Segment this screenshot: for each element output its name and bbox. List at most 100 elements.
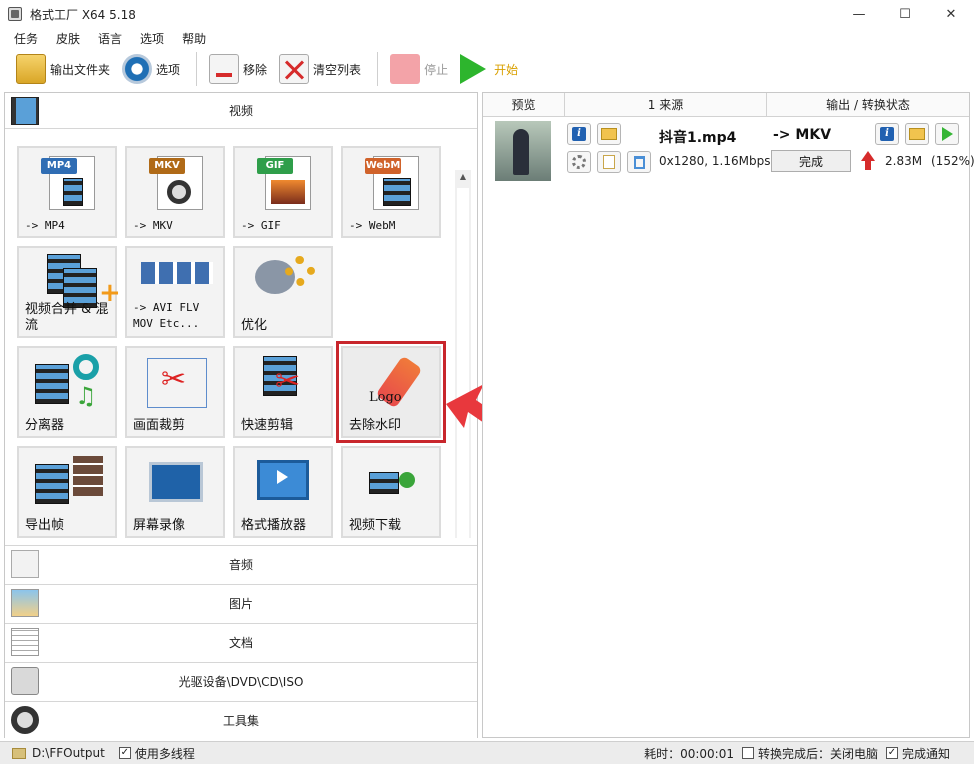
tile-export-frames[interactable]: 导出帧 [17, 446, 117, 538]
category-audio[interactable]: 音频 [5, 545, 477, 583]
quick-clip-scissors-icon: ✂ [275, 364, 301, 399]
toolbar-divider [196, 52, 198, 86]
category-toolset[interactable]: 工具集 [5, 701, 477, 739]
header-output-status[interactable]: 输出 / 转换状态 [767, 93, 969, 116]
folder-icon [16, 54, 46, 84]
folder-icon [909, 128, 925, 140]
source-info-button[interactable]: i [567, 123, 591, 145]
close-button[interactable]: ✕ [928, 0, 974, 28]
source-folder-button[interactable] [597, 123, 621, 145]
multithread-checkbox[interactable]: ✓ [118, 747, 131, 759]
tile-label: 格式播放器 [241, 518, 307, 533]
splitter-reel-icon [73, 354, 99, 380]
play-icon [941, 127, 953, 141]
video-tools-grid: MP4 -> MP4 MKV -> MKV GIF -> GIF WebM ->… [17, 146, 446, 538]
menu-skin[interactable]: 皮肤 [54, 30, 82, 47]
multithread-label: 使用多线程 [134, 746, 195, 761]
video-tools-area: MP4 -> MP4 MKV -> MKV GIF -> GIF WebM ->… [5, 130, 477, 538]
notify-checkbox[interactable]: ✓ [885, 747, 898, 759]
scroll-up-icon[interactable]: ▲ [455, 170, 471, 184]
remove-label: 移除 [243, 62, 268, 77]
notify-label: 完成通知 [901, 746, 950, 761]
tile-label: 画面裁剪 [133, 418, 186, 433]
tile-to-gif[interactable]: GIF -> GIF [233, 146, 333, 238]
output-folder-button[interactable]: 输出文件夹 [12, 52, 114, 86]
menu-bar: 任务 皮肤 语言 选项 帮助 [0, 28, 974, 48]
output-size-percent: (152%) [931, 154, 974, 168]
menu-language[interactable]: 语言 [96, 30, 124, 47]
title-bar: 格式工厂 X64 5.18 — ☐ ✕ [0, 0, 974, 28]
export-film-icon [35, 464, 69, 504]
tile-splitter[interactable]: ♫ 分离器 [17, 346, 117, 438]
category-optical-disc[interactable]: 光驱设备\DVD\CD\ISO [5, 662, 477, 700]
tile-screen-record[interactable]: 屏幕录像 [125, 446, 225, 538]
tile-to-mkv[interactable]: MKV -> MKV [125, 146, 225, 238]
maximize-button[interactable]: ☐ [882, 0, 928, 28]
output-size: 2.83M [885, 154, 923, 168]
audio-file-icon [11, 550, 39, 578]
tile-label: 视频下载 [349, 518, 402, 533]
conversion-status[interactable]: 完成 [771, 150, 851, 172]
menu-task[interactable]: 任务 [12, 30, 40, 47]
tile-label: -> MKV [133, 219, 173, 232]
tile-to-mp4[interactable]: MP4 -> MP4 [17, 146, 117, 238]
gear-icon [572, 155, 586, 169]
document-icon [11, 628, 39, 656]
tile-label: -> WebM [349, 219, 396, 232]
tile-other-formats[interactable]: -> AVI FLV MOV Etc... [125, 246, 225, 338]
mkv-reel-icon [167, 180, 191, 204]
settings-button[interactable] [567, 151, 591, 173]
tile-video-download[interactable]: 视频下载 [341, 446, 441, 538]
category-document[interactable]: 文档 [5, 623, 477, 661]
play-output-button[interactable] [935, 123, 959, 145]
toolbar: 输出文件夹 选项 移除 清空列表 停止 开始 [0, 48, 974, 90]
stop-button[interactable]: 停止 [386, 52, 452, 86]
delete-button[interactable] [627, 151, 651, 173]
options-gear-icon [122, 54, 153, 84]
options-button[interactable]: 选项 [118, 52, 184, 86]
clear-list-button[interactable]: 清空列表 [275, 52, 365, 86]
minimize-button[interactable]: — [836, 0, 882, 28]
edit-button[interactable] [597, 151, 621, 173]
task-row[interactable]: i 抖音1.mp4 -> MKV 0x1280, 1.16Mbps 完成 2.8… [483, 117, 974, 183]
after-done-label: 转换完成后：关闭电脑 [757, 746, 878, 761]
source-filename: 抖音1.mp4 [659, 130, 737, 146]
tile-merge-mux[interactable]: + ♪ 视频合并 & 混流 [17, 246, 121, 338]
player-play-icon [277, 470, 288, 484]
splitter-film-icon [35, 364, 69, 404]
tile-to-webm[interactable]: WebM -> WebM [341, 146, 441, 238]
remove-button[interactable]: 移除 [205, 52, 271, 86]
tile-remove-watermark[interactable]: Logo 去除水印 [336, 341, 446, 443]
tile-quick-clip[interactable]: ✂ 快速剪辑 [233, 346, 333, 438]
tile-optimize[interactable]: 优化 [233, 246, 333, 338]
toolbar-divider [377, 52, 379, 86]
tile-label: -> AVI FLV MOV Etc... [133, 301, 200, 330]
tile-label: -> MP4 [25, 219, 65, 232]
info-icon: i [572, 127, 586, 141]
webm-badge: WebM [365, 158, 401, 174]
menu-help[interactable]: 帮助 [180, 30, 208, 47]
output-folder-button[interactable] [905, 123, 929, 145]
start-button[interactable]: 开始 [456, 52, 522, 86]
category-document-label: 文档 [228, 636, 253, 650]
output-path[interactable]: D:\FFOutput [32, 746, 105, 760]
clear-list-icon [279, 54, 310, 84]
tile-crop[interactable]: ✂ 画面裁剪 [125, 346, 225, 438]
output-info-button[interactable]: i [875, 123, 899, 145]
category-video-title: 视频 [228, 104, 253, 118]
optimize-gear-icon [285, 256, 315, 286]
header-source[interactable]: 1 来源 [565, 93, 767, 116]
webm-film-icon [383, 178, 411, 206]
mp4-badge: MP4 [41, 158, 77, 174]
after-done-checkbox[interactable] [741, 747, 754, 759]
tile-label: 快速剪辑 [241, 418, 294, 433]
folder-icon [601, 128, 617, 140]
category-image[interactable]: 图片 [5, 584, 477, 622]
header-preview[interactable]: 预览 [483, 93, 565, 116]
menu-options[interactable]: 选项 [138, 30, 166, 47]
edit-doc-icon [603, 155, 615, 169]
elapsed-time: 耗时：00:00:01 [644, 746, 734, 761]
tile-format-player[interactable]: 格式播放器 [233, 446, 333, 538]
category-video-header[interactable]: 视频 [5, 93, 477, 129]
start-label: 开始 [494, 62, 519, 77]
